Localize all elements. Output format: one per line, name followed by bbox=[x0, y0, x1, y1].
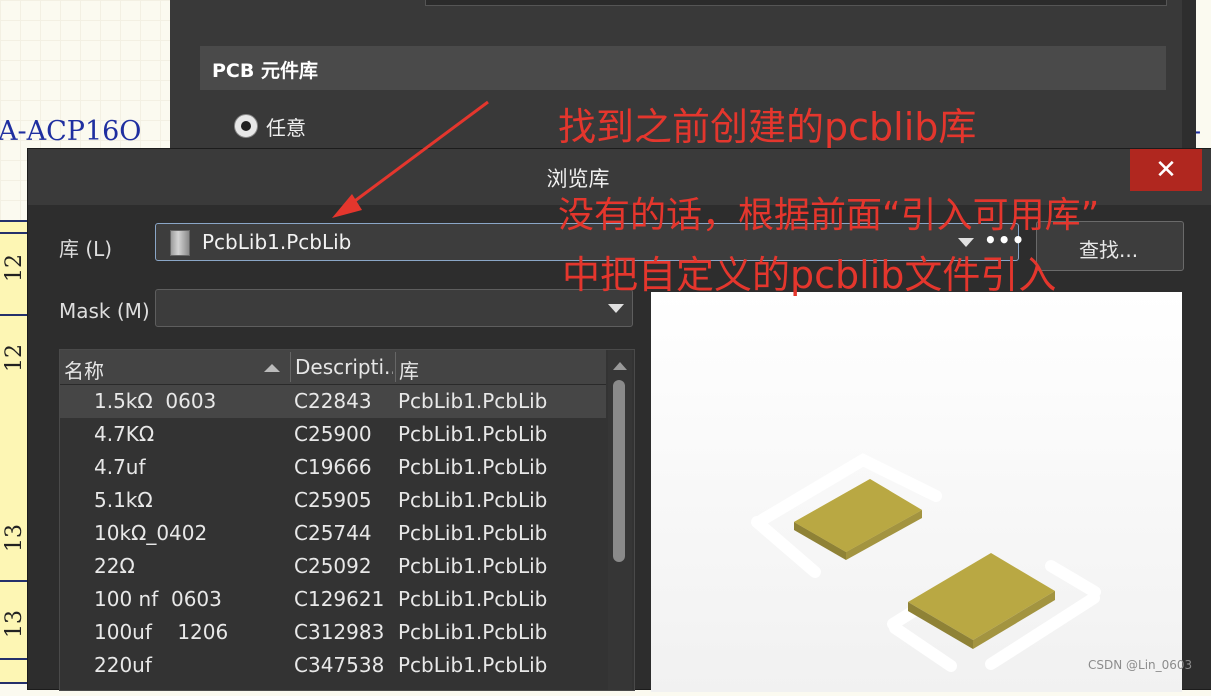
annotation-line-1: 找到之前创建的pcblib库 bbox=[558, 105, 977, 149]
annotation-arrow bbox=[332, 100, 489, 218]
annotation-line-2: 没有的话，根据前面“引入可用库” bbox=[558, 195, 1100, 236]
annotation-line-3: 中把自定义的pcblib文件引入 bbox=[562, 253, 1057, 297]
watermark: CSDN @Lin_0603 bbox=[1088, 658, 1193, 672]
